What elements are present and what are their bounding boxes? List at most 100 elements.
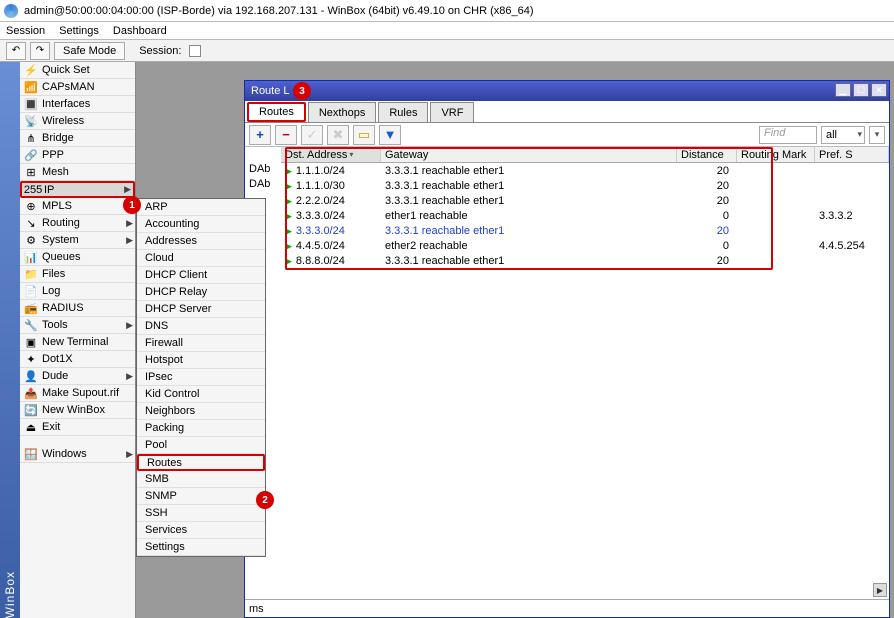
sidebar-item-system[interactable]: ⚙System▶ (20, 232, 135, 249)
sidebar-item-label: Mesh (42, 166, 69, 178)
enable-button[interactable]: ✓ (301, 125, 323, 145)
sidebar-item-dot1x[interactable]: ✦Dot1X (20, 351, 135, 368)
sidebar-icon: 📡 (24, 114, 38, 128)
submenu-item-dhcp-relay[interactable]: DHCP Relay (137, 284, 265, 301)
sidebar-item-label: New WinBox (42, 404, 105, 416)
sidebar-item-capsman[interactable]: 📶CAPsMAN (20, 79, 135, 96)
sidebar-item-routing[interactable]: ↘Routing▶ (20, 215, 135, 232)
sidebar-item-interfaces[interactable]: 🔳Interfaces (20, 96, 135, 113)
sidebar-item-label: New Terminal (42, 336, 108, 348)
submenu-item-ipsec[interactable]: IPsec (137, 369, 265, 386)
tab-nexthops[interactable]: Nexthops (308, 102, 376, 122)
sidebar-item-mesh[interactable]: ⊞Mesh (20, 164, 135, 181)
filter-button[interactable]: ▼ (379, 125, 401, 145)
session-checkbox[interactable] (189, 45, 201, 57)
sidebar-item-ppp[interactable]: 🔗PPP (20, 147, 135, 164)
sidebar-item-new-terminal[interactable]: ▣New Terminal (20, 334, 135, 351)
sidebar-item-exit[interactable]: ⏏Exit (20, 419, 135, 436)
window-minimize-button[interactable]: ▁ (835, 83, 851, 97)
find-input[interactable]: Find (759, 126, 817, 144)
route-active-icon: ▶ (285, 256, 292, 266)
table-row[interactable]: ▶3.3.3.0/24ether1 reachable03.3.3.2 (281, 208, 889, 223)
sidebar-item-label: Exit (42, 421, 60, 433)
table-row[interactable]: ▶1.1.1.0/243.3.3.1 reachable ether120 (281, 163, 889, 178)
window-close-button[interactable]: ✕ (871, 83, 887, 97)
submenu-item-pool[interactable]: Pool (137, 437, 265, 454)
app-logo-icon (4, 4, 18, 18)
submenu-item-snmp[interactable]: SNMP (137, 488, 265, 505)
menu-settings[interactable]: Settings (59, 25, 99, 37)
columns-dropdown-button[interactable]: ▾ (869, 126, 885, 144)
sidebar-item-label: Tools (42, 319, 68, 331)
table-row[interactable]: ▶3.3.3.0/243.3.3.1 reachable ether120 (281, 223, 889, 238)
sidebar-strip: WinBox (0, 62, 20, 618)
remove-button[interactable]: − (275, 125, 297, 145)
col-gateway[interactable]: Gateway (381, 147, 677, 162)
submenu-item-smb[interactable]: SMB (137, 471, 265, 488)
route-flag: DAb (245, 163, 281, 178)
col-distance[interactable]: Distance (677, 147, 737, 162)
submenu-item-settings[interactable]: Settings (137, 539, 265, 556)
sidebar-item-files[interactable]: 📁Files (20, 266, 135, 283)
sidebar-item-dude[interactable]: 👤Dude▶ (20, 368, 135, 385)
sidebar-item-label: Dot1X (42, 353, 73, 365)
scroll-right-button[interactable]: ▶ (873, 583, 887, 597)
sidebar-item-new-winbox[interactable]: 🔄New WinBox (20, 402, 135, 419)
sidebar-item-mpls[interactable]: ⊕MPLS▶ (20, 198, 135, 215)
route-flag: DAb (245, 178, 281, 193)
submenu-item-arp[interactable]: ARP (137, 199, 265, 216)
submenu-item-packing[interactable]: Packing (137, 420, 265, 437)
safe-mode-button[interactable]: Safe Mode (54, 42, 125, 60)
tabs: RoutesNexthopsRulesVRF (245, 101, 889, 123)
tab-vrf[interactable]: VRF (430, 102, 474, 122)
col-pref-source[interactable]: Pref. S (815, 147, 889, 162)
col-routing-mark[interactable]: Routing Mark (737, 147, 815, 162)
filter-select[interactable]: all (821, 126, 865, 144)
sidebar-item-quick-set[interactable]: ⚡Quick Set (20, 62, 135, 79)
sidebar-item-radius[interactable]: 📻RADIUS (20, 300, 135, 317)
comment-button[interactable]: ▭ (353, 125, 375, 145)
undo-button[interactable]: ↶ (6, 42, 26, 60)
menu-dashboard[interactable]: Dashboard (113, 25, 167, 37)
sidebar-item-windows[interactable]: 🪟Windows▶ (20, 446, 135, 463)
table-row[interactable]: ▶1.1.1.0/303.3.3.1 reachable ether120 (281, 178, 889, 193)
redo-button[interactable]: ↷ (30, 42, 50, 60)
sidebar-item-tools[interactable]: 🔧Tools▶ (20, 317, 135, 334)
submenu-item-neighbors[interactable]: Neighbors (137, 403, 265, 420)
submenu-item-cloud[interactable]: Cloud (137, 250, 265, 267)
sidebar-item-label: PPP (42, 149, 64, 161)
sidebar-item-queues[interactable]: 📊Queues (20, 249, 135, 266)
submenu-item-dhcp-server[interactable]: DHCP Server (137, 301, 265, 318)
route-window-titlebar[interactable]: Route L ▁ ☐ ✕ (245, 81, 889, 101)
main-toolbar: ↶ ↷ Safe Mode Session: (0, 40, 894, 62)
add-button[interactable]: + (249, 125, 271, 145)
tab-rules[interactable]: Rules (378, 102, 428, 122)
sidebar-item-ip[interactable]: 255IP▶ (20, 181, 135, 198)
menubar: Session Settings Dashboard (0, 22, 894, 40)
sidebar-item-make-supout-rif[interactable]: 📤Make Supout.rif (20, 385, 135, 402)
sidebar-item-bridge[interactable]: ⋔Bridge (20, 130, 135, 147)
disable-button[interactable]: ✖ (327, 125, 349, 145)
route-active-icon: ▶ (285, 241, 292, 251)
window-maximize-button[interactable]: ☐ (853, 83, 869, 97)
submenu-item-dns[interactable]: DNS (137, 318, 265, 335)
table-row[interactable]: ▶2.2.2.0/243.3.3.1 reachable ether120 (281, 193, 889, 208)
tab-routes[interactable]: Routes (247, 102, 306, 122)
submenu-item-firewall[interactable]: Firewall (137, 335, 265, 352)
col-dst-address[interactable]: Dst. Address (281, 147, 381, 162)
submenu-item-ssh[interactable]: SSH (137, 505, 265, 522)
submenu-item-accounting[interactable]: Accounting (137, 216, 265, 233)
sidebar-item-log[interactable]: 📄Log (20, 283, 135, 300)
table-row[interactable]: ▶4.4.5.0/24ether2 reachable04.4.5.254 (281, 238, 889, 253)
table-row[interactable]: ▶8.8.8.0/243.3.3.1 reachable ether120 (281, 253, 889, 268)
submenu-item-routes[interactable]: Routes (137, 454, 265, 471)
menu-session[interactable]: Session (6, 25, 45, 37)
submenu-item-services[interactable]: Services (137, 522, 265, 539)
submenu-item-addresses[interactable]: Addresses (137, 233, 265, 250)
sidebar-item-wireless[interactable]: 📡Wireless (20, 113, 135, 130)
submenu-item-kid-control[interactable]: Kid Control (137, 386, 265, 403)
window-toolbar: + − ✓ ✖ ▭ ▼ Find all ▾ (245, 123, 889, 147)
sidebar-icon: 🪟 (24, 447, 38, 461)
submenu-item-hotspot[interactable]: Hotspot (137, 352, 265, 369)
submenu-item-dhcp-client[interactable]: DHCP Client (137, 267, 265, 284)
